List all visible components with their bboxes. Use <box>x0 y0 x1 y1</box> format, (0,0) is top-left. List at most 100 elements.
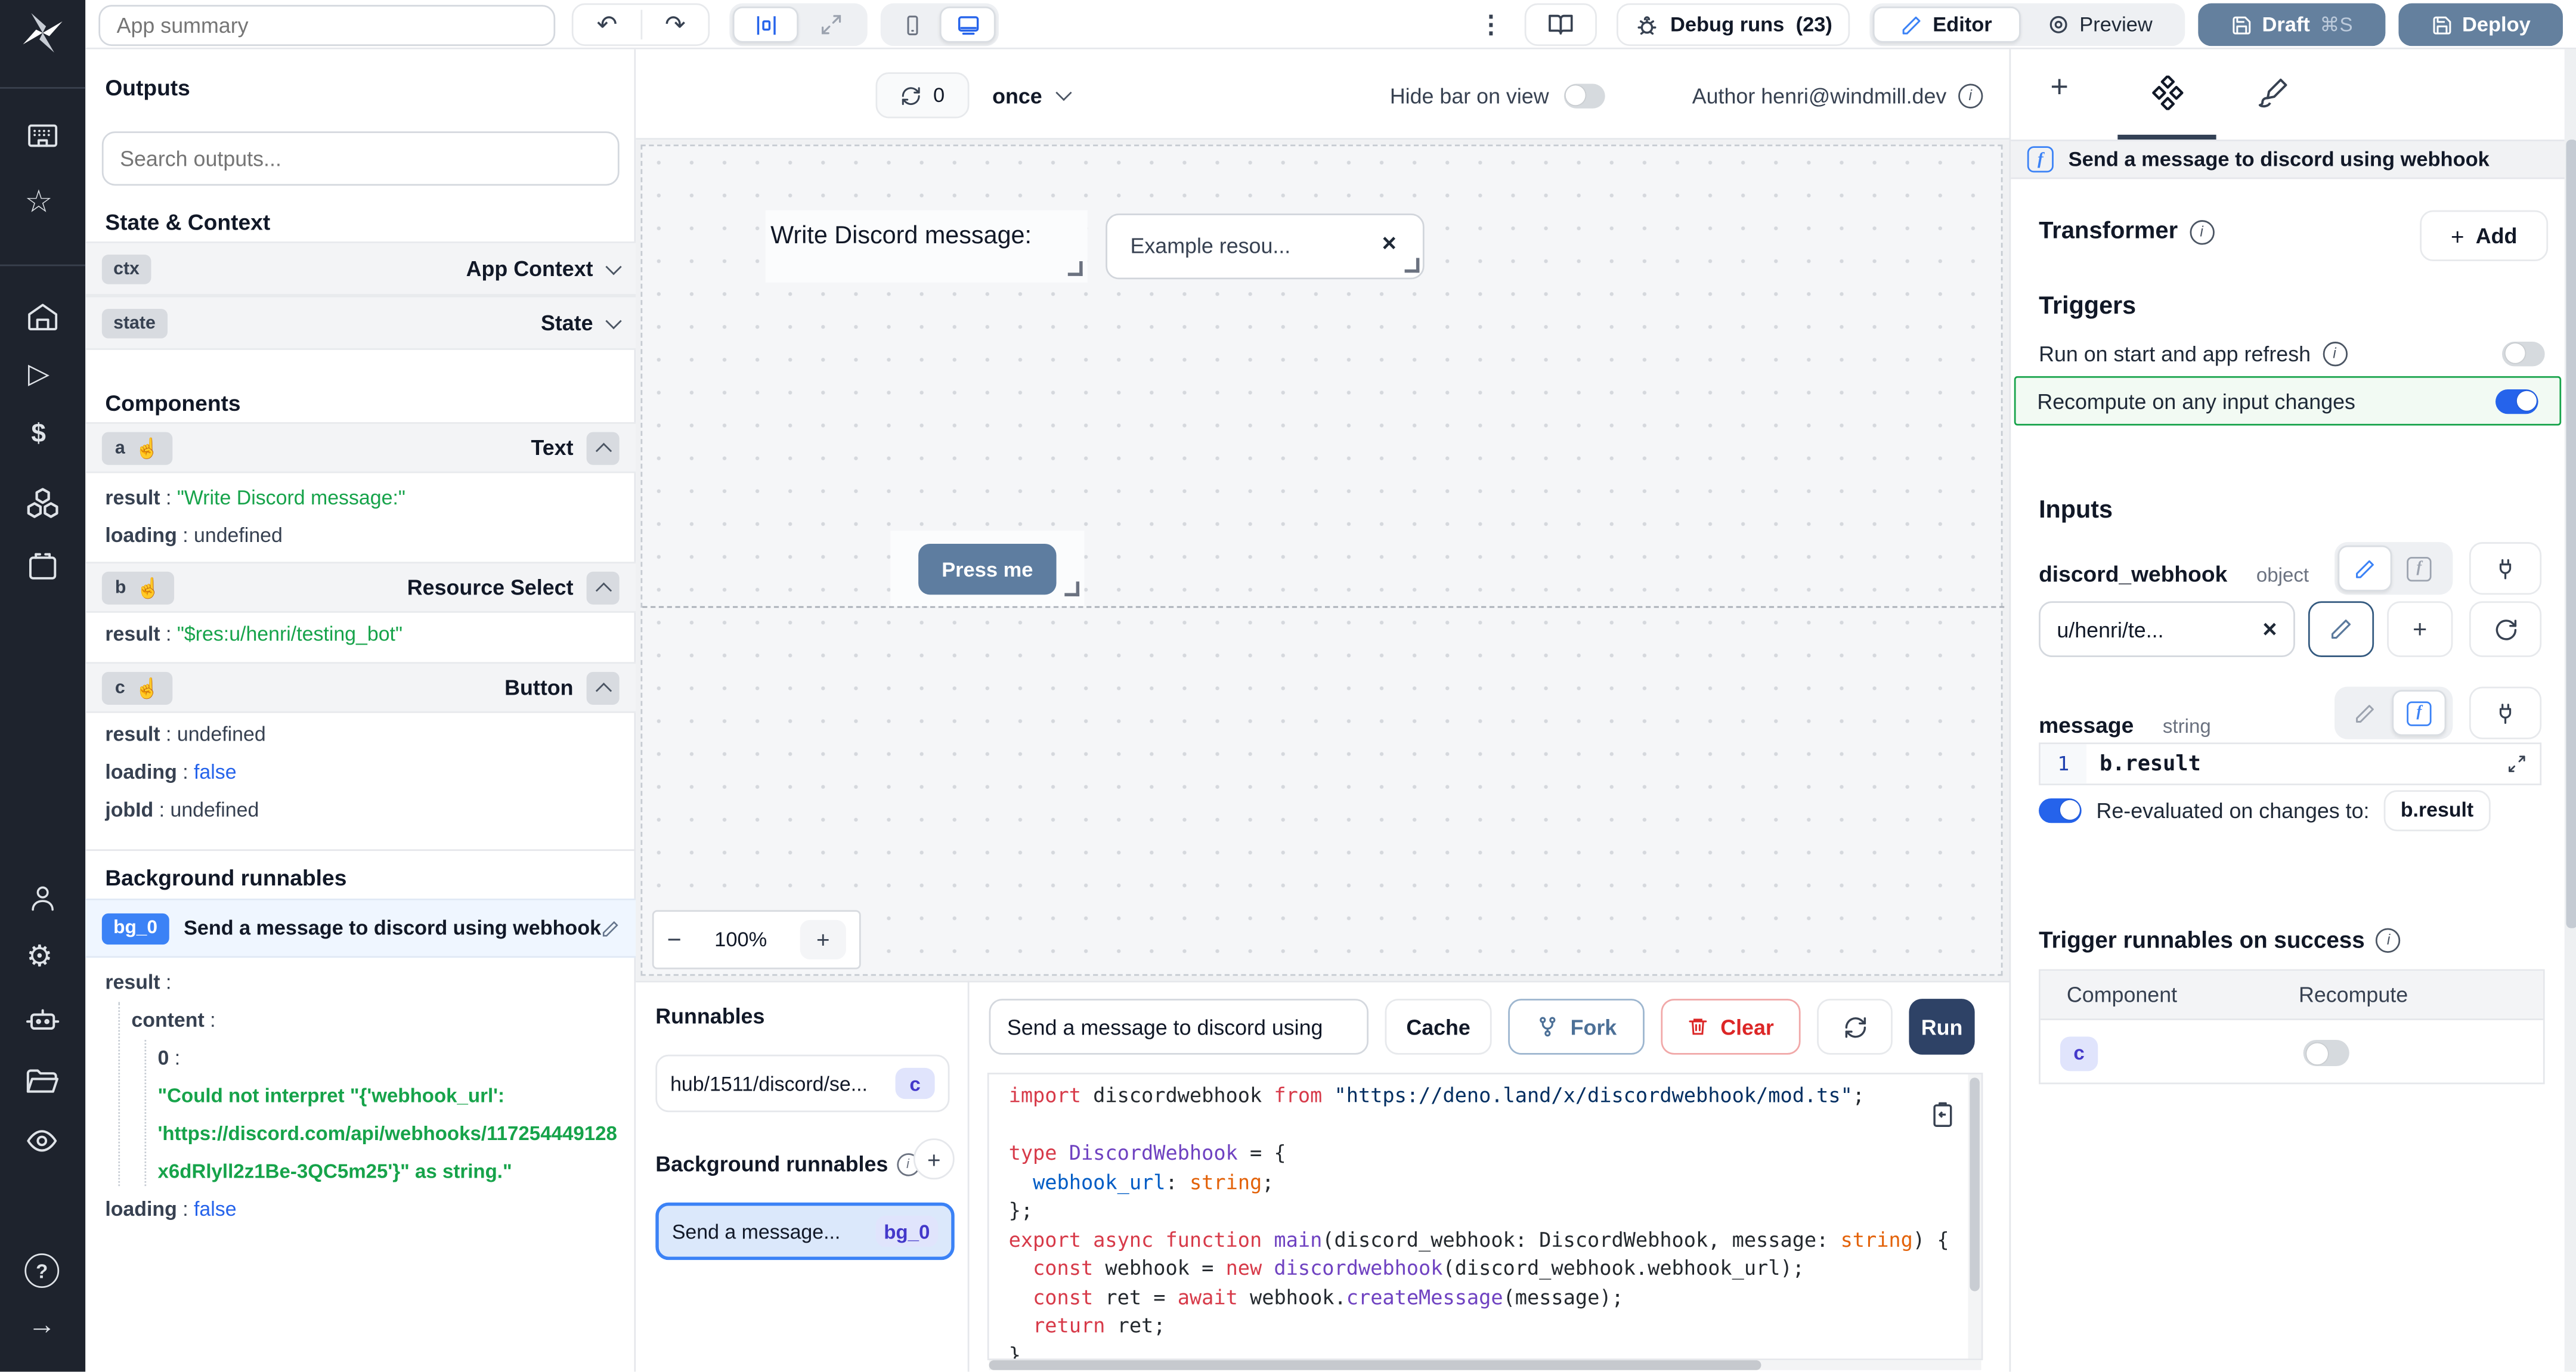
code-hscrollbar[interactable] <box>989 1360 1981 1370</box>
hide-bar-toggle[interactable] <box>1563 83 1605 107</box>
centered-layout-button[interactable] <box>733 7 798 43</box>
resize-handle[interactable] <box>1064 581 1079 596</box>
resource-select-component-b[interactable]: Example resou... × <box>1106 213 1424 279</box>
tab-settings-icon[interactable] <box>2150 76 2185 110</box>
deploy-button[interactable]: Deploy <box>2398 4 2563 47</box>
reeval-toggle[interactable] <box>2039 798 2082 822</box>
info-icon[interactable]: i <box>2322 341 2346 366</box>
resize-handle[interactable] <box>1068 261 1083 276</box>
bg0-row[interactable]: bg_0 Send a message to discord using web… <box>85 899 636 958</box>
sidebar-item-folders[interactable] <box>24 1068 59 1096</box>
sidebar-item-audit[interactable] <box>24 1129 59 1153</box>
search-outputs-input[interactable] <box>102 131 620 185</box>
sidebar-item-workers[interactable] <box>24 1005 61 1035</box>
info-icon[interactable]: i <box>1958 83 1983 107</box>
refresh-icon <box>1843 1014 1867 1039</box>
collapse-c-button[interactable] <box>587 671 620 704</box>
dw-add-resource-button[interactable]: + <box>2387 601 2453 657</box>
dw-eval-mode-button[interactable]: f <box>2392 546 2446 591</box>
windmill-logo-icon[interactable] <box>20 10 66 56</box>
zoom-out-button[interactable]: − <box>667 925 682 953</box>
msg-expression-editor[interactable]: 1 b.result <box>2039 742 2541 785</box>
debug-runs-button[interactable]: Debug runs (23) <box>1617 4 1850 47</box>
text-component-a[interactable]: Write Discord message: <box>766 210 1088 283</box>
collapse-b-button[interactable] <box>587 571 620 603</box>
msg-connect-button[interactable] <box>2469 687 2541 739</box>
dw-static-mode-button[interactable] <box>2338 546 2392 591</box>
msg-eval-mode-button[interactable]: f <box>2392 690 2446 736</box>
full-width-layout-button[interactable] <box>798 7 864 43</box>
sidebar-item-runs[interactable]: ▷ <box>28 358 49 391</box>
kebab-menu-icon[interactable]: ⋮ <box>1479 10 1503 40</box>
sidebar-divider-2 <box>0 265 85 267</box>
sidebar-item-variables[interactable]: $ <box>31 420 46 450</box>
sidebar-item-home[interactable] <box>26 302 59 332</box>
chevron-down-icon[interactable] <box>605 258 621 274</box>
add-bg-runnable-button[interactable]: + <box>914 1138 955 1179</box>
cache-button[interactable]: Cache <box>1385 999 1492 1055</box>
tab-styling-icon[interactable] <box>2258 77 2289 108</box>
zoom-in-button[interactable]: + <box>800 920 846 959</box>
copy-code-icon[interactable] <box>1930 1101 1955 1129</box>
sidebar-item-resources[interactable] <box>24 487 61 519</box>
dw-refresh-resource-button[interactable] <box>2469 601 2541 657</box>
row-recompute-toggle[interactable] <box>2303 1040 2349 1066</box>
dw-resource-input[interactable]: u/henri/te... × <box>2039 601 2295 657</box>
clear-button[interactable]: Clear <box>1661 999 1800 1055</box>
tab-preview[interactable]: Preview <box>2021 7 2178 43</box>
reeval-target-chip[interactable]: b.result <box>2384 789 2490 831</box>
sidebar-item-users[interactable] <box>28 884 58 913</box>
dw-edit-resource-button[interactable] <box>2308 601 2374 657</box>
info-icon[interactable]: i <box>2376 927 2401 952</box>
add-transformer-button[interactable]: +Add <box>2420 210 2548 261</box>
clear-resource-icon[interactable]: × <box>2262 615 2277 643</box>
code-vscrollbar[interactable] <box>1968 1074 1981 1359</box>
recompute-toggle[interactable] <box>2496 389 2538 413</box>
resize-handle[interactable] <box>1405 258 1420 273</box>
sidebar-item-settings[interactable]: ⚙ <box>26 940 52 974</box>
app-summary-input[interactable] <box>98 5 555 46</box>
component-b-row[interactable]: b☝ Resource Select <box>85 562 636 612</box>
component-a-row[interactable]: a☝ Text <box>85 422 636 473</box>
ctx-row[interactable]: ctx App Context <box>85 241 636 296</box>
run-button[interactable]: Run <box>1909 999 1974 1055</box>
mobile-view-button[interactable] <box>884 7 940 43</box>
hub-script-card[interactable]: hub/1511/discord/se... c <box>655 1055 949 1112</box>
dw-connect-button[interactable] <box>2469 542 2541 594</box>
code-editor[interactable]: import discordwebhook from "https://deno… <box>987 1073 1983 1360</box>
sidebar-item-favorites[interactable]: ☆ <box>24 187 52 220</box>
sidebar-item-schedules[interactable] <box>26 550 59 581</box>
edit-icon[interactable] <box>601 919 619 937</box>
outputs-panel: Outputs State & Context ctx App Context … <box>85 49 636 1372</box>
state-row[interactable]: state State <box>85 296 636 350</box>
redo-button[interactable]: ↷ <box>642 10 708 40</box>
press-me-button[interactable]: Press me <box>918 544 1056 594</box>
draft-button[interactable]: Draft ⌘S <box>2198 4 2385 47</box>
help-icon[interactable]: ? <box>24 1253 59 1288</box>
msg-static-mode-button[interactable] <box>2338 690 2392 736</box>
tab-editor[interactable]: Editor <box>1873 7 2021 43</box>
clear-selection-icon[interactable]: × <box>1382 230 1397 258</box>
component-a-badge: a☝ <box>102 431 173 464</box>
selected-runnable-header: f Send a message to discord using webhoo… <box>2011 140 2564 179</box>
app-canvas[interactable]: Write Discord message: Example resou... … <box>640 144 2002 975</box>
run-on-start-toggle[interactable] <box>2502 341 2545 366</box>
tab-insert-icon[interactable]: + <box>2050 70 2069 107</box>
refresh-script-button[interactable] <box>1817 999 1893 1055</box>
bg0-card-selected[interactable]: Send a message... bg_0 <box>655 1203 954 1260</box>
expand-editor-icon[interactable] <box>2507 754 2527 774</box>
info-icon[interactable]: i <box>2190 219 2214 244</box>
sidebar-item-workspace[interactable] <box>26 122 59 151</box>
refresh-count-button[interactable]: 0 <box>875 72 969 118</box>
collapse-sidebar-icon[interactable]: → <box>28 1309 56 1342</box>
desktop-view-button[interactable] <box>940 7 996 43</box>
docs-button[interactable] <box>1525 4 1597 47</box>
undo-button[interactable]: ↶ <box>574 10 643 40</box>
chevron-down-icon[interactable] <box>605 312 621 329</box>
frequency-select[interactable]: once <box>992 72 1070 118</box>
collapse-a-button[interactable] <box>587 431 620 464</box>
script-name-input[interactable] <box>989 999 1368 1055</box>
fork-button[interactable]: Fork <box>1508 999 1645 1055</box>
panel-scrollbar[interactable] <box>2565 49 2576 1372</box>
component-c-row[interactable]: c☝ Button <box>85 662 636 713</box>
